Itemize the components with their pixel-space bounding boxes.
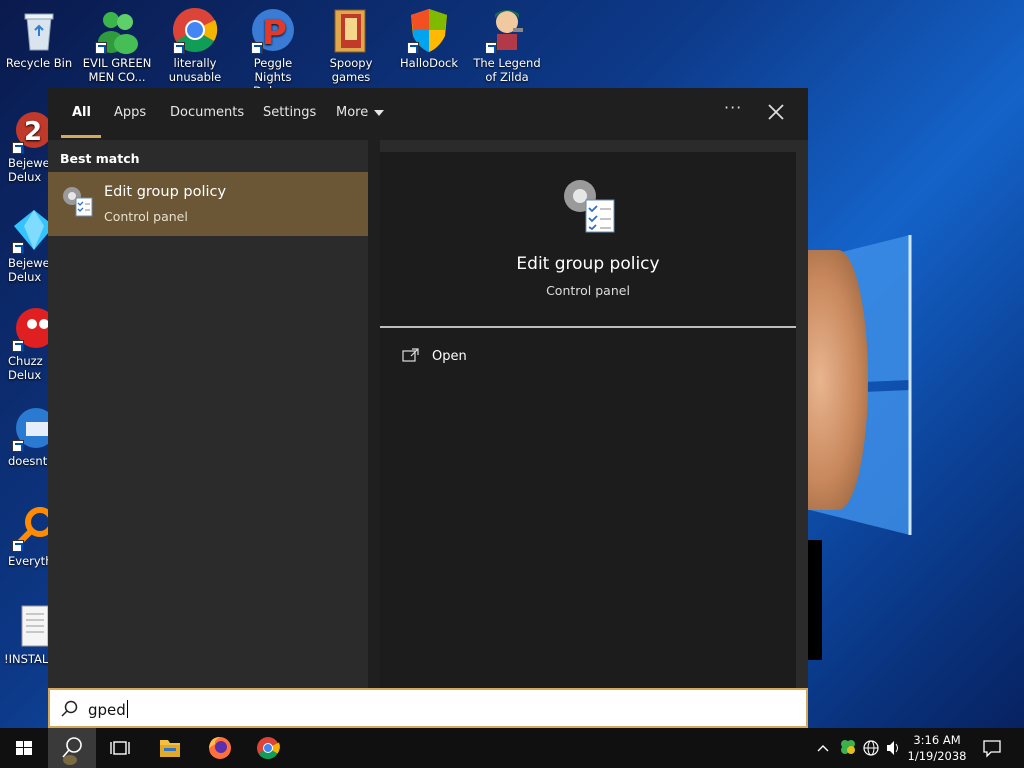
preview-subtitle: Control panel [546, 283, 630, 298]
result-edit-group-policy[interactable]: Edit group policy Control panel [48, 172, 368, 236]
search-input[interactable]: gped [48, 688, 808, 728]
firefox-icon [209, 737, 231, 759]
desktop-icon-evil-green-men[interactable]: EVIL GREEN MEN CO... [78, 0, 156, 84]
windows-start-icon [16, 741, 32, 755]
search-icon [62, 737, 82, 765]
close-icon[interactable] [764, 100, 788, 124]
clover-tray-icon[interactable] [838, 728, 858, 768]
chrome-icon [171, 6, 219, 54]
volume-icon[interactable] [884, 728, 902, 768]
chevron-up-icon[interactable] [814, 728, 832, 768]
preview-pane: Edit group policy Control panel Open [380, 152, 796, 688]
desktop-icon-doesnt[interactable]: doesnt [0, 398, 56, 468]
desktop-icon-label: !INSTALL [4, 652, 55, 666]
search-icon [61, 700, 78, 717]
tab-apps[interactable]: Apps [114, 105, 146, 120]
search-query: gped [88, 701, 126, 719]
clock-date: 1/19/2038 [907, 749, 967, 763]
preview-divider [380, 326, 796, 328]
group-policy-icon [63, 187, 93, 217]
tab-all[interactable]: All [72, 105, 91, 120]
best-match-heading: Best match [60, 151, 140, 166]
desktop-icon-label: doesnt [8, 454, 48, 468]
taskbar: 3:16 AM 1/19/2038 [0, 728, 1024, 768]
preview-title: Edit group policy [516, 254, 660, 274]
notification-icon[interactable] [980, 728, 1004, 768]
result-title: Edit group policy [104, 184, 227, 200]
desktop-icon-bejeweled-1[interactable]: 2 Bejewel Delux [0, 100, 53, 184]
desktop-icon-install[interactable]: !INSTALL [0, 596, 55, 666]
folder-icon [327, 6, 375, 54]
chevron-down-icon [374, 109, 385, 116]
desktop-icon-recycle-bin[interactable]: Recycle Bin [0, 0, 78, 70]
chrome-icon [257, 737, 280, 759]
desktop-icon-label: EVIL GREEN MEN CO... [82, 56, 152, 84]
results-list: Best match Edit group policy Control pan… [48, 140, 368, 688]
folder-icon [160, 740, 180, 757]
recycle-bin-icon [15, 6, 63, 54]
tab-settings[interactable]: Settings [263, 105, 316, 120]
desktop-icon-legend-of-zilda[interactable]: The Legend of Zilda [468, 0, 546, 84]
task-view-button[interactable] [96, 728, 144, 768]
chrome-button[interactable] [244, 728, 292, 768]
search-tabs: All Apps Documents Settings More ··· [48, 88, 808, 140]
wallpaper-dark-strip [808, 540, 822, 660]
wallpaper-face-image [808, 250, 868, 510]
desktop-icon-bejeweled-2[interactable]: Bejewe Delux [0, 200, 54, 284]
search-panel: All Apps Documents Settings More ··· Bes… [48, 88, 808, 688]
desktop-icon-label: literally unusable [168, 56, 222, 84]
desktop-icon-literally-unusable[interactable]: literally unusable [156, 0, 234, 84]
desktop-icon-label: Spoopy games [329, 56, 373, 84]
game-character-icon [483, 6, 531, 54]
network-globe-icon[interactable] [861, 728, 881, 768]
desktop-icon-label: Everyth [8, 554, 53, 568]
desktop-icon-hallodock[interactable]: HalloDock [390, 0, 468, 70]
group-policy-icon [564, 180, 615, 233]
desktop-icon-spoopy-games[interactable]: Spoopy games [312, 0, 390, 84]
open-label: Open [432, 349, 467, 364]
peggle-icon: P [249, 6, 297, 54]
desktop-icon-label: Bejewe Delux [8, 256, 50, 284]
result-subtitle: Control panel [104, 209, 188, 224]
active-tab-indicator [61, 135, 101, 138]
tab-more[interactable]: More [336, 105, 385, 120]
tab-documents[interactable]: Documents [170, 105, 244, 120]
shield-icon [405, 6, 453, 54]
desktop-icon-label: Bejewel Delux [8, 156, 53, 184]
clock-time: 3:16 AM [913, 733, 961, 747]
desktop-icon-label: HalloDock [400, 56, 458, 70]
firefox-button[interactable] [196, 728, 244, 768]
desktop-icon-label: Chuzz Delux [8, 354, 43, 382]
open-icon [402, 348, 419, 362]
search-input-value: gped [88, 700, 128, 719]
desktop-icon-chuzzle[interactable]: Chuzz Delux [0, 298, 56, 382]
svg-text:P: P [262, 13, 287, 53]
desktop-icon-peggle-nights[interactable]: P Peggle Nights Deluxe [234, 0, 312, 98]
desktop-icon-everything[interactable]: Everyth [0, 498, 55, 568]
green-men-icon [93, 6, 141, 54]
search-taskbar-button[interactable] [48, 728, 96, 768]
task-view-icon [110, 741, 130, 755]
start-button[interactable] [0, 728, 48, 768]
taskbar-clock[interactable]: 3:16 AM 1/19/2038 [902, 732, 972, 764]
more-options-button[interactable]: ··· [724, 98, 742, 117]
svg-text:2: 2 [24, 117, 42, 147]
desktop-icon-label: Recycle Bin [5, 56, 73, 70]
text-cursor [126, 700, 128, 718]
desktop-icon-label: The Legend of Zilda [473, 56, 541, 84]
panel-divider [368, 140, 380, 688]
tab-more-label: More [336, 105, 369, 120]
file-explorer-button[interactable] [146, 728, 194, 768]
